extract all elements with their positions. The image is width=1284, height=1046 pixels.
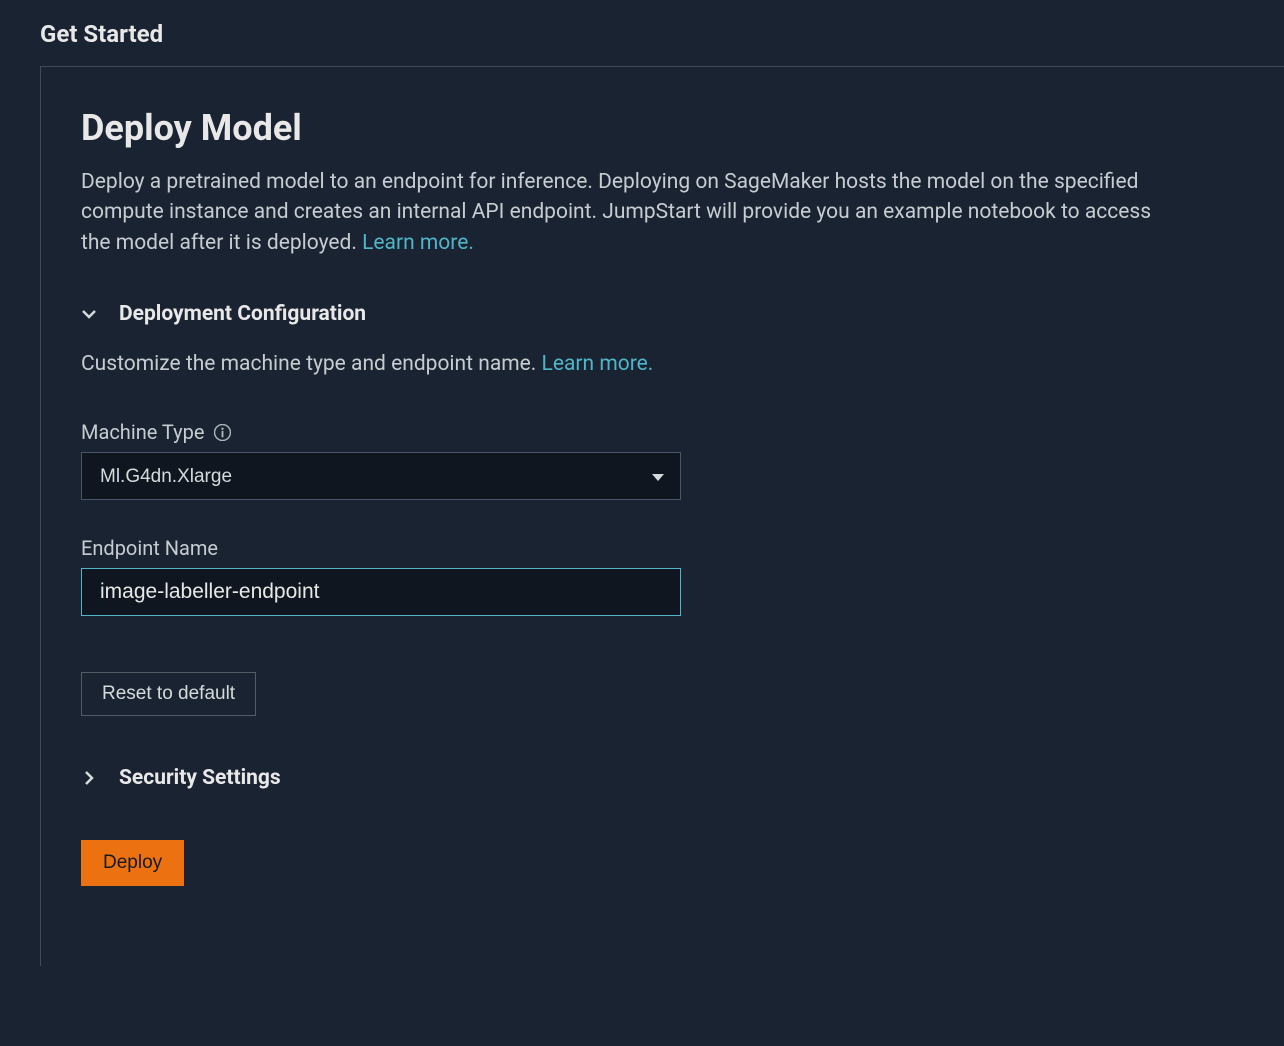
deployment-config-title: Deployment Configuration xyxy=(119,302,366,326)
config-learn-more-link[interactable]: Learn more. xyxy=(542,352,654,376)
description-text: Deploy a pretrained model to an endpoint… xyxy=(81,170,1151,255)
machine-type-label: Machine Type xyxy=(81,420,1244,444)
learn-more-link[interactable]: Learn more. xyxy=(362,231,474,255)
reset-button[interactable]: Reset to default xyxy=(81,672,256,716)
security-settings-header[interactable]: Security Settings xyxy=(81,766,1244,790)
machine-type-label-text: Machine Type xyxy=(81,420,204,444)
machine-type-field: Machine Type Ml.G4dn.Xlarge xyxy=(81,420,1244,500)
endpoint-name-label: Endpoint Name xyxy=(81,536,1244,560)
page-title: Deploy Model xyxy=(81,107,1244,149)
info-icon[interactable] xyxy=(214,424,231,441)
deployment-config-subtitle: Customize the machine type and endpoint … xyxy=(81,352,1244,376)
section-header: Get Started xyxy=(40,20,1284,48)
subtitle-text: Customize the machine type and endpoint … xyxy=(81,352,542,376)
endpoint-name-label-text: Endpoint Name xyxy=(81,536,218,560)
endpoint-name-field: Endpoint Name xyxy=(81,536,1244,616)
endpoint-name-input[interactable] xyxy=(81,568,681,616)
machine-type-select[interactable]: Ml.G4dn.Xlarge xyxy=(81,452,681,500)
deploy-model-panel: Deploy Model Deploy a pretrained model t… xyxy=(40,66,1284,966)
page-description: Deploy a pretrained model to an endpoint… xyxy=(81,167,1181,258)
deploy-button[interactable]: Deploy xyxy=(81,840,184,886)
deployment-config-header[interactable]: Deployment Configuration xyxy=(81,302,1244,326)
chevron-down-icon xyxy=(81,306,97,322)
security-settings-title: Security Settings xyxy=(119,766,281,790)
chevron-right-icon xyxy=(81,770,97,786)
